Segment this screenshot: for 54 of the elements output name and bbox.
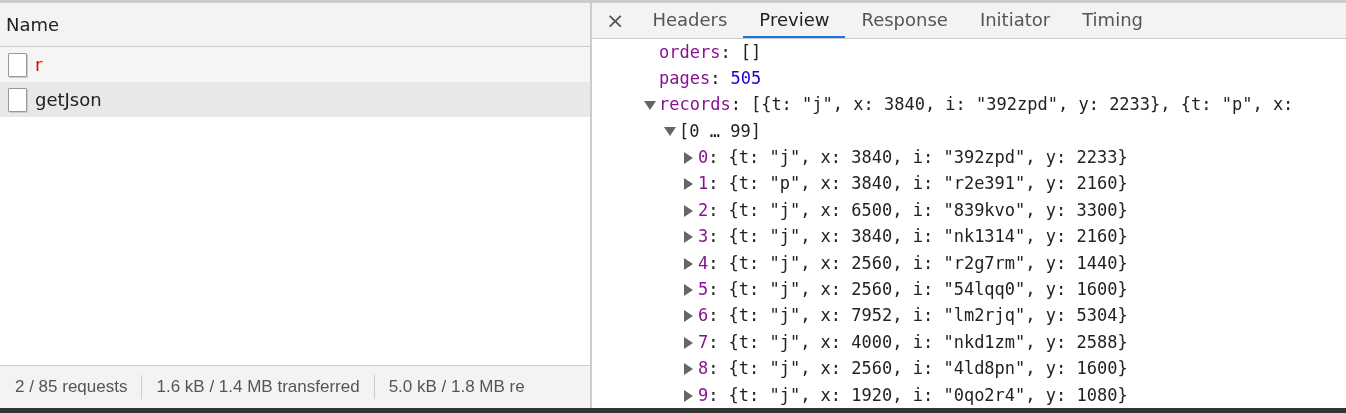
- property-value: {t: "j", x: 2560, i: "54lqq0", y: 1600}: [728, 279, 1128, 300]
- document-icon: [8, 87, 27, 112]
- expand-triangle-icon[interactable]: [684, 178, 693, 191]
- request-row[interactable]: r: [0, 47, 590, 82]
- request-row[interactable]: getJson: [0, 82, 590, 117]
- close-button[interactable]: ×: [592, 3, 637, 38]
- property-key: 7:: [698, 331, 719, 352]
- property-key: records:: [659, 94, 741, 115]
- expand-triangle-icon[interactable]: [664, 127, 676, 137]
- status-text: 5.0 kB / 1.8 MB re: [388, 377, 525, 397]
- property-value: {t: "j", x: 6500, i: "839kvo", y: 3300}: [728, 199, 1128, 220]
- tab[interactable]: Timing: [1066, 3, 1159, 38]
- property-value: {t: "j", x: 4000, i: "nkd1zm", y: 2588}: [728, 331, 1128, 352]
- status-text: 1.6 kB / 1.4 MB transferred: [156, 377, 360, 397]
- document-icon: [8, 52, 27, 77]
- request-name: r: [35, 54, 43, 75]
- tab[interactable]: Preview: [743, 3, 846, 38]
- tab[interactable]: Headers: [636, 3, 744, 38]
- tab[interactable]: Response: [845, 3, 964, 38]
- property-key: 2:: [698, 199, 719, 220]
- column-header[interactable]: Name: [0, 3, 590, 47]
- property-value: {t: "j", x: 1920, i: "0qo2r4", y: 1080}: [728, 384, 1128, 405]
- expand-triangle-icon[interactable]: [684, 152, 693, 165]
- property-value: {t: "j", x: 3840, i: "392zpd", y: 2233}: [728, 147, 1128, 168]
- expand-triangle-icon[interactable]: [684, 336, 693, 349]
- property-key: pages:: [659, 67, 721, 88]
- property-value: {t: "j", x: 2560, i: "4ld8pn", y: 1600}: [728, 358, 1128, 379]
- property-value: {t: "j", x: 3840, i: "nk1314", y: 2160}: [728, 226, 1128, 247]
- expand-triangle-icon[interactable]: [684, 310, 693, 323]
- property-value: 505: [730, 67, 762, 88]
- status-text: 2 / 85 requests: [15, 377, 128, 397]
- property-value: [{t: "j", x: 3840, i: "392zpd", y: 2233}, {t: "p", x:: [750, 94, 1294, 115]
- property-key: 6:: [698, 305, 719, 326]
- property-value: {t: "p", x: 3840, i: "r2e391", y: 2160}: [728, 173, 1128, 194]
- property-key: 8:: [698, 358, 719, 379]
- expand-triangle-icon[interactable]: [644, 100, 656, 110]
- request-name: getJson: [35, 89, 102, 110]
- expand-triangle-icon[interactable]: [684, 204, 693, 217]
- property-key: 9:: [698, 384, 719, 405]
- array-range: [0 … 99]: [679, 120, 761, 141]
- expand-triangle-icon[interactable]: [684, 257, 693, 270]
- expand-triangle-icon[interactable]: [684, 284, 693, 297]
- tab[interactable]: Initiator: [963, 3, 1067, 38]
- property-key: 5:: [698, 279, 719, 300]
- property-value: []: [740, 41, 762, 62]
- property-key: orders:: [659, 41, 731, 62]
- expand-triangle-icon[interactable]: [684, 363, 693, 376]
- property-value: {t: "j", x: 2560, i: "r2g7rm", y: 1440}: [728, 252, 1128, 273]
- property-key: 4:: [698, 252, 719, 273]
- property-value: {t: "j", x: 7952, i: "lm2rjq", y: 5304}: [728, 305, 1128, 326]
- property-key: 3:: [698, 226, 719, 247]
- property-key: 0:: [698, 147, 719, 168]
- property-key: 1:: [698, 173, 719, 194]
- expand-triangle-icon[interactable]: [684, 231, 693, 244]
